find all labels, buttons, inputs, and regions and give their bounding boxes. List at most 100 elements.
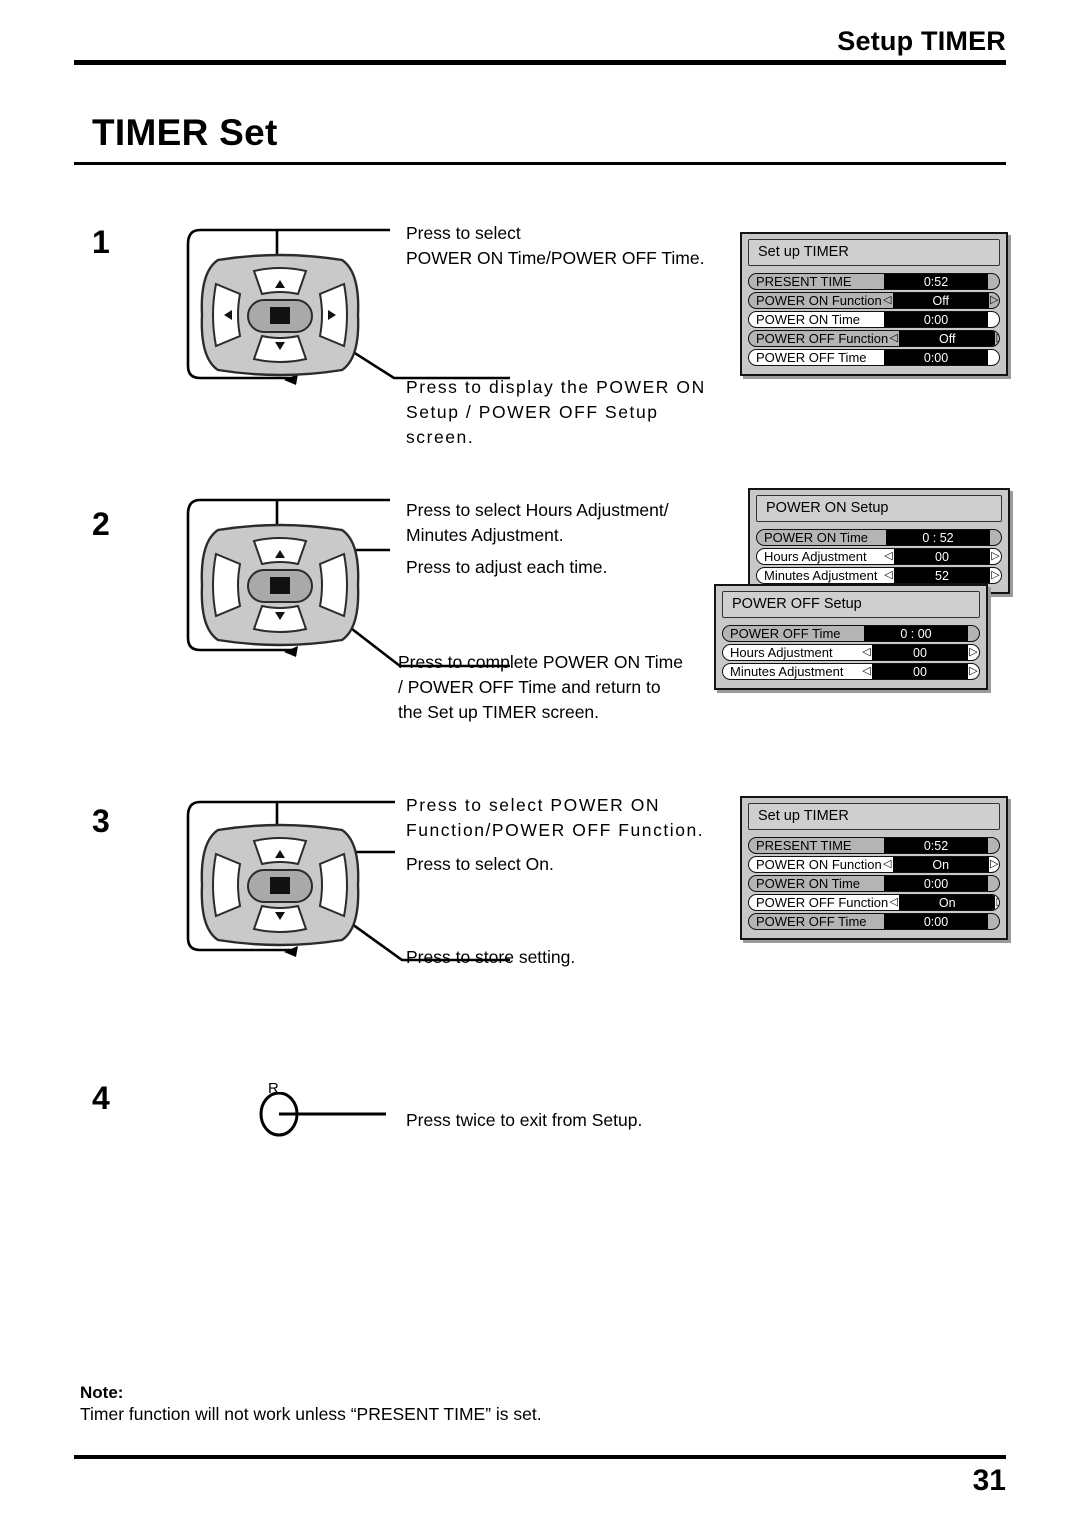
osd-row[interactable]: Minutes Adjustment ◁ 52 ▷ <box>756 567 1002 584</box>
osd-row[interactable]: POWER OFF Time 0:00 <box>748 349 1000 366</box>
arrow-right-icon[interactable]: ▷ <box>990 551 1001 562</box>
step-3-callout-on: Press to select On. <box>406 854 554 874</box>
osd-row-label: POWER OFF Time <box>756 350 867 365</box>
osd-row-value: 0:00 <box>884 876 988 891</box>
arrow-left-icon[interactable]: ◁ <box>888 333 899 344</box>
dpad-left-button <box>212 852 242 918</box>
osd-row-value: 0:00 <box>884 312 988 327</box>
osd-title: Set up TIMER <box>748 803 1000 830</box>
osd-row-value: Off <box>892 293 989 308</box>
dpad-center-button <box>270 577 290 594</box>
arrow-left-icon[interactable]: ◁ <box>882 859 893 870</box>
step-3-callout-store: Press to store setting. <box>406 947 576 967</box>
step-number-3: 3 <box>92 803 110 839</box>
osd-row-list: POWER ON Time 0 : 52 Hours Adjustment ◁ … <box>756 529 1002 584</box>
osd-row-value: 0:52 <box>884 274 988 289</box>
arrow-right-icon[interactable]: ▷ <box>989 859 999 870</box>
arrow-left-icon[interactable]: ◁ <box>882 295 893 306</box>
arrow-right-icon[interactable]: ▷ <box>995 897 999 908</box>
osd-row[interactable]: POWER ON Time 0:00 <box>748 311 1000 328</box>
page-number: 31 <box>972 1464 1006 1497</box>
osd-row-label: POWER ON Function <box>756 293 882 308</box>
section-title: Setup TIMER <box>837 26 1006 56</box>
manual-page: Setup TIMER TIMER Set 1 Press to select … <box>0 0 1080 1528</box>
arrow-right-icon[interactable]: ▷ <box>995 333 999 344</box>
dpad-left-button <box>212 552 242 618</box>
osd-row-label: POWER ON Function <box>756 857 882 872</box>
dpad-center-button <box>270 877 290 894</box>
footer-rule <box>74 1455 1006 1459</box>
step-2-callout-adjust: Press to adjust each time. <box>406 557 608 577</box>
osd-title: Set up TIMER <box>748 239 1000 266</box>
arrow-right-icon[interactable]: ▷ <box>968 647 979 658</box>
osd-row-value: 0 : 00 <box>864 626 968 641</box>
osd-row-list: PRESENT TIME 0:52 POWER ON Function ◁ Of… <box>748 273 1000 366</box>
step-number-4: 4 <box>92 1080 110 1116</box>
osd-row-label: PRESENT TIME <box>756 274 852 289</box>
osd-row-label: POWER ON Time <box>756 876 861 891</box>
osd-panel-setup-timer-1: Set up TIMER PRESENT TIME 0:52 POWER ON … <box>740 232 1008 376</box>
osd-row-value: On <box>892 857 989 872</box>
osd-row[interactable]: POWER OFF Time 0 : 00 <box>722 625 980 642</box>
arrow-left-icon[interactable]: ◁ <box>883 551 894 562</box>
arrow-right-icon[interactable]: ▷ <box>968 666 979 677</box>
page-title: TIMER Set <box>92 112 278 153</box>
step-1-callout-select: Press to select POWER ON Time/POWER OFF … <box>406 223 705 268</box>
step-number-2: 2 <box>92 506 110 542</box>
osd-row[interactable]: POWER OFF Function ◁ Off ▷ <box>748 330 1000 347</box>
osd-panel-setup-timer-2: Set up TIMER PRESENT TIME 0:52 POWER ON … <box>740 796 1008 940</box>
osd-row[interactable]: POWER ON Time 0:00 <box>748 875 1000 892</box>
step-3-callout-select: Press to select POWER ON Function/POWER … <box>406 795 705 840</box>
arrow-left-icon[interactable]: ◁ <box>861 647 872 658</box>
osd-row-value: On <box>899 895 996 910</box>
osd-row-label: Minutes Adjustment <box>730 664 844 679</box>
osd-row-value: 0:00 <box>884 914 988 929</box>
osd-row-label: POWER ON Time <box>756 312 861 327</box>
remote-r-button[interactable] <box>256 1092 406 1140</box>
remote-dpad-step3[interactable] <box>196 820 364 960</box>
osd-panel-power-on-setup: POWER ON Setup POWER ON Time 0 : 52 Hour… <box>748 488 1010 594</box>
osd-row-label: Hours Adjustment <box>764 549 867 564</box>
step-1-callout-display: Press to display the POWER ON Setup / PO… <box>406 377 706 447</box>
osd-row[interactable]: PRESENT TIME 0:52 <box>748 837 1000 854</box>
osd-row-value: 0:52 <box>884 838 988 853</box>
note-body: Timer function will not work unless “PRE… <box>80 1404 542 1424</box>
header-rule <box>74 60 1006 65</box>
arrow-right-icon[interactable]: ▷ <box>989 295 999 306</box>
remote-dpad-step1[interactable] <box>196 250 364 390</box>
arrow-left-icon[interactable]: ◁ <box>861 666 872 677</box>
dpad-right-button <box>318 552 348 618</box>
osd-row-label: POWER ON Time <box>764 530 869 545</box>
step-number-1: 1 <box>92 224 110 260</box>
arrow-right-icon[interactable]: ▷ <box>990 570 1001 581</box>
arrow-left-icon[interactable]: ◁ <box>888 897 899 908</box>
osd-row-label: POWER OFF Function <box>756 331 889 346</box>
osd-row[interactable]: POWER ON Function ◁ On ▷ <box>748 856 1000 873</box>
osd-row-label: POWER OFF Function <box>756 895 889 910</box>
dpad-right-button <box>318 852 348 918</box>
arrow-left-icon[interactable]: ◁ <box>883 570 894 581</box>
osd-row[interactable]: POWER OFF Function ◁ On ▷ <box>748 894 1000 911</box>
osd-row-value: 00 <box>872 645 968 660</box>
osd-row-value: 0:00 <box>884 350 988 365</box>
osd-title: POWER ON Setup <box>756 495 1002 522</box>
osd-row[interactable]: POWER ON Time 0 : 52 <box>756 529 1002 546</box>
osd-row[interactable]: POWER OFF Time 0:00 <box>748 913 1000 930</box>
osd-row[interactable]: Hours Adjustment ◁ 00 ▷ <box>722 644 980 661</box>
remote-dpad-step2[interactable] <box>196 520 364 660</box>
osd-row[interactable]: Hours Adjustment ◁ 00 ▷ <box>756 548 1002 565</box>
osd-panel-power-off-setup: POWER OFF Setup POWER OFF Time 0 : 00 Ho… <box>714 584 988 690</box>
osd-row-label: POWER OFF Time <box>756 914 867 929</box>
osd-row-value: 52 <box>894 568 990 583</box>
osd-row[interactable]: POWER ON Function ◁ Off ▷ <box>748 292 1000 309</box>
osd-row[interactable]: PRESENT TIME 0:52 <box>748 273 1000 290</box>
osd-row-label: PRESENT TIME <box>756 838 852 853</box>
osd-row[interactable]: Minutes Adjustment ◁ 00 ▷ <box>722 663 980 680</box>
osd-title: POWER OFF Setup <box>722 591 980 618</box>
osd-row-value: 00 <box>894 549 990 564</box>
step-2-callout-complete: Press to complete POWER ON Time / POWER … <box>398 652 683 722</box>
osd-row-value: 00 <box>872 664 968 679</box>
title-rule <box>74 162 1006 165</box>
dpad-center-button <box>270 307 290 324</box>
osd-row-value: 0 : 52 <box>886 530 990 545</box>
